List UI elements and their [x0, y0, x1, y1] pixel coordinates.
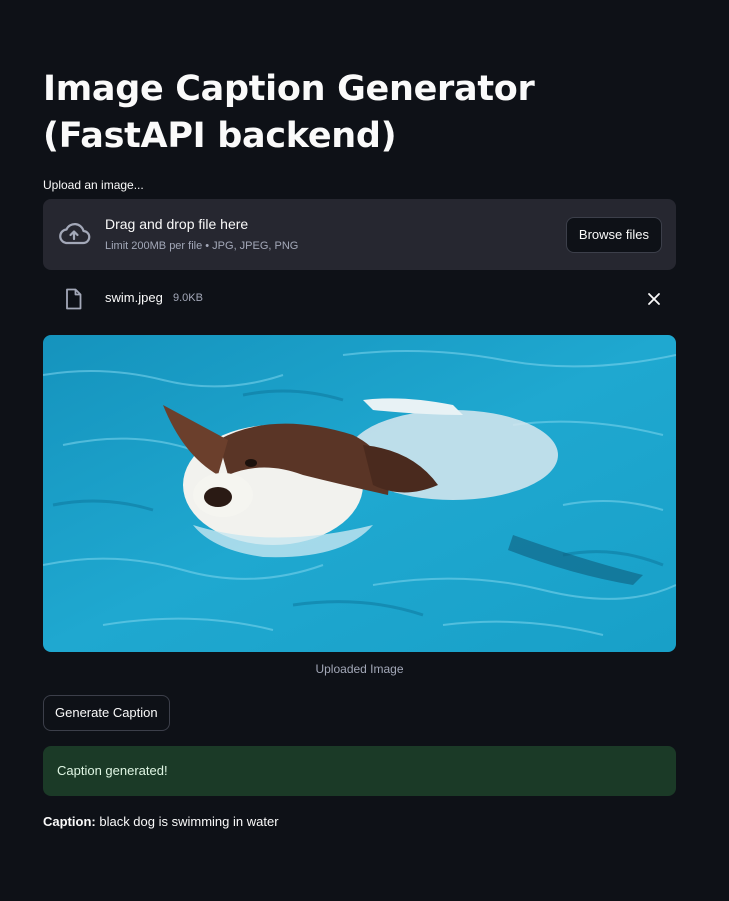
file-icon — [66, 288, 82, 310]
close-icon[interactable] — [647, 292, 661, 306]
file-dropzone[interactable]: Drag and drop file here Limit 200MB per … — [43, 199, 676, 270]
success-message: Caption generated! — [57, 763, 168, 778]
caption-label: Caption: — [43, 814, 96, 829]
dog-swimming-photo — [43, 335, 676, 652]
dropzone-title: Drag and drop file here — [105, 216, 249, 232]
upload-label: Upload an image... — [43, 178, 144, 192]
dropzone-limits: Limit 200MB per file • JPG, JPEG, PNG — [105, 240, 299, 252]
cloud-upload-icon — [59, 223, 91, 245]
generate-caption-button[interactable]: Generate Caption — [43, 695, 170, 731]
file-name: swim.jpeg — [105, 290, 163, 305]
image-caption: Uploaded Image — [315, 662, 404, 676]
uploaded-image — [43, 335, 676, 652]
uploaded-file-row: swim.jpeg 9.0KB — [43, 283, 676, 315]
success-alert: Caption generated! — [43, 746, 676, 796]
caption-text: black dog is swimming in water — [99, 814, 279, 829]
file-size: 9.0KB — [173, 292, 203, 304]
page-title: Image Caption Generator (FastAPI backend… — [43, 69, 535, 156]
caption-result: Caption: black dog is swimming in water — [43, 814, 279, 829]
browse-files-button[interactable]: Browse files — [565, 217, 662, 253]
